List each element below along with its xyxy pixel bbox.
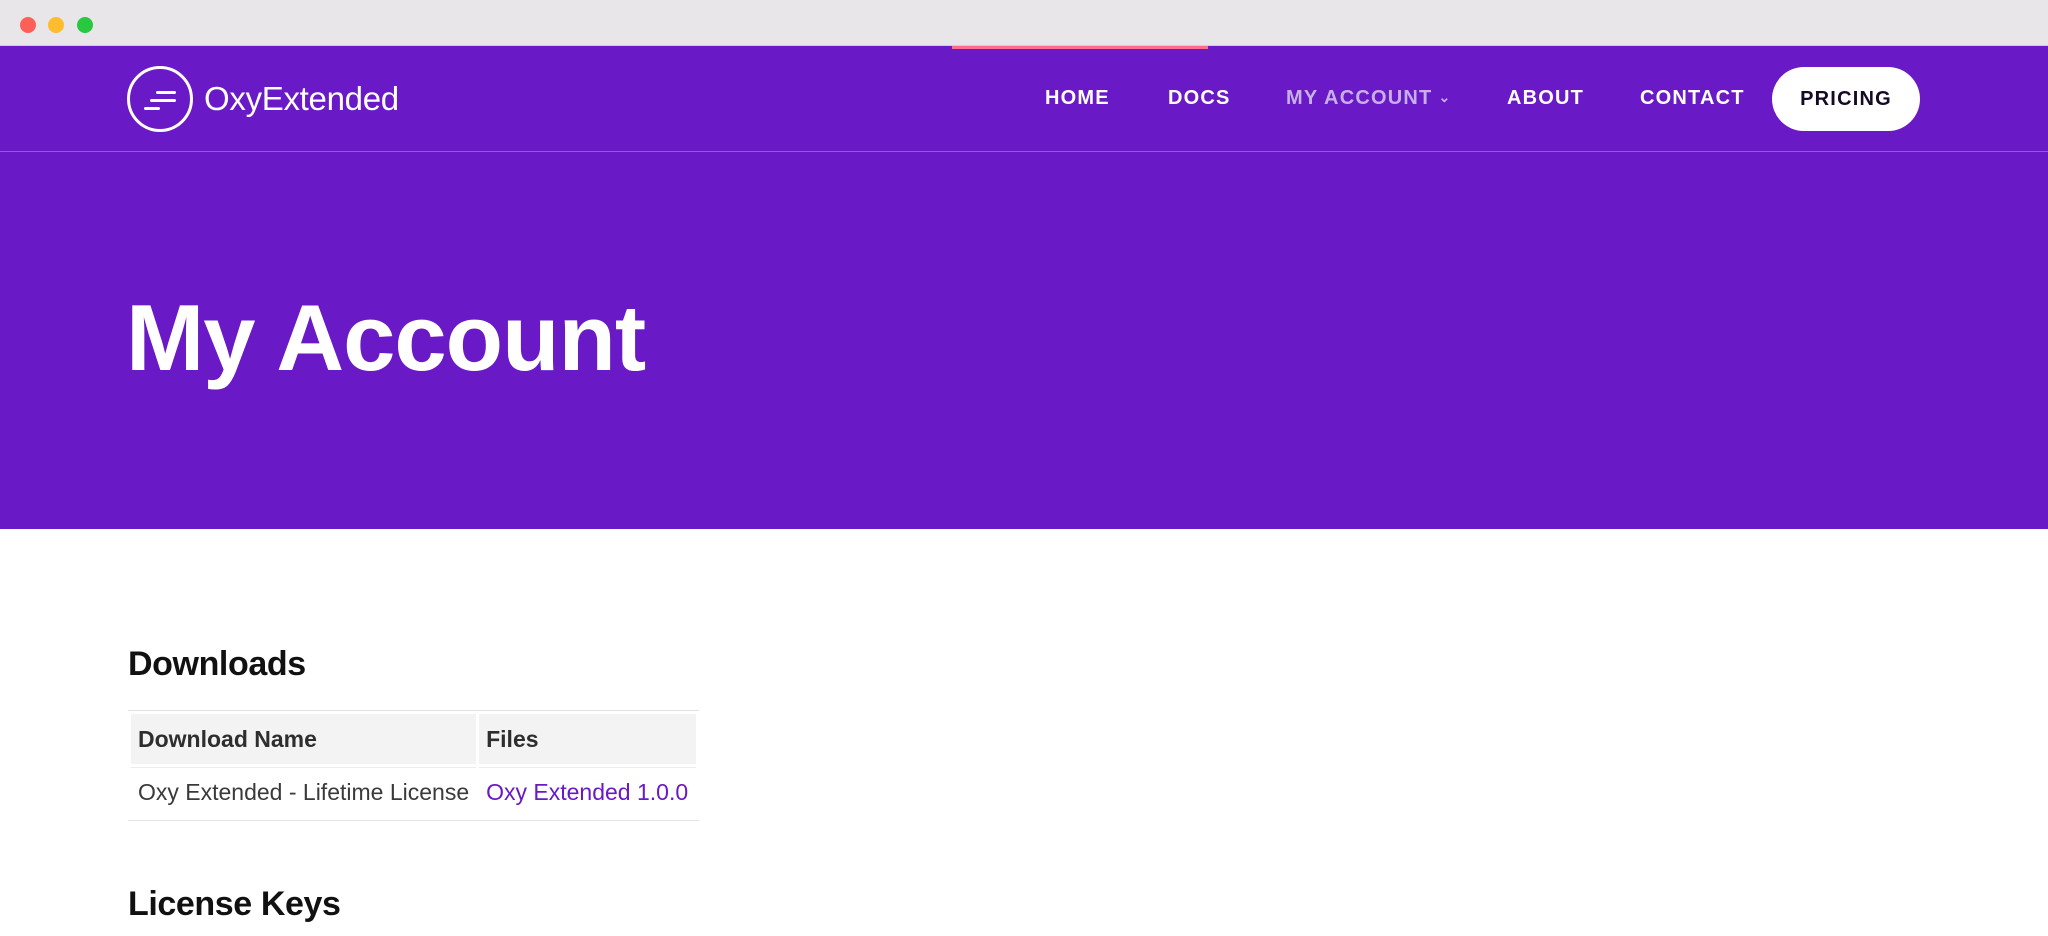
nav-docs[interactable]: DOCS [1168,87,1231,110]
nav-accent-bar [952,46,1208,49]
nav-my-account-label: MY ACCOUNT [1286,87,1433,109]
nav-contact[interactable]: CONTACT [1640,87,1745,110]
downloads-table: Download Name Files Oxy Extended - Lifet… [128,710,700,821]
nav-my-account[interactable]: MY ACCOUNT ⌄ [1286,87,1451,110]
site-logo-link[interactable]: OxyExtended [127,66,399,132]
close-window-button[interactable] [20,17,36,33]
minimize-window-button[interactable] [48,17,64,33]
nav-home[interactable]: HOME [1045,87,1110,110]
browser-chrome [0,0,2048,46]
chevron-down-icon: ⌄ [1438,89,1452,105]
license-keys-heading: License Keys [128,885,341,923]
pricing-button[interactable]: PRICING [1772,67,1920,131]
brand-name: OxyExtended [204,80,399,117]
files-cell: Oxy Extended 1.0.0 [479,767,697,817]
site-header: OxyExtended HOME DOCS MY ACCOUNT ⌄ ABOUT … [0,46,2048,152]
download-name-cell: Oxy Extended - Lifetime License [131,767,477,817]
column-header-files: Files [479,714,697,764]
downloads-heading: Downloads [128,645,306,683]
download-file-link[interactable]: Oxy Extended 1.0.0 [486,779,688,805]
nav-about[interactable]: ABOUT [1507,87,1584,110]
maximize-window-button[interactable] [77,17,93,33]
table-row: Oxy Extended - Lifetime License Oxy Exte… [131,767,697,817]
table-header-row: Download Name Files [131,714,697,764]
page-title: My Account [126,285,646,390]
logo-mark-icon [127,66,193,132]
page-hero: My Account [0,152,2048,529]
column-header-download-name: Download Name [131,714,477,764]
